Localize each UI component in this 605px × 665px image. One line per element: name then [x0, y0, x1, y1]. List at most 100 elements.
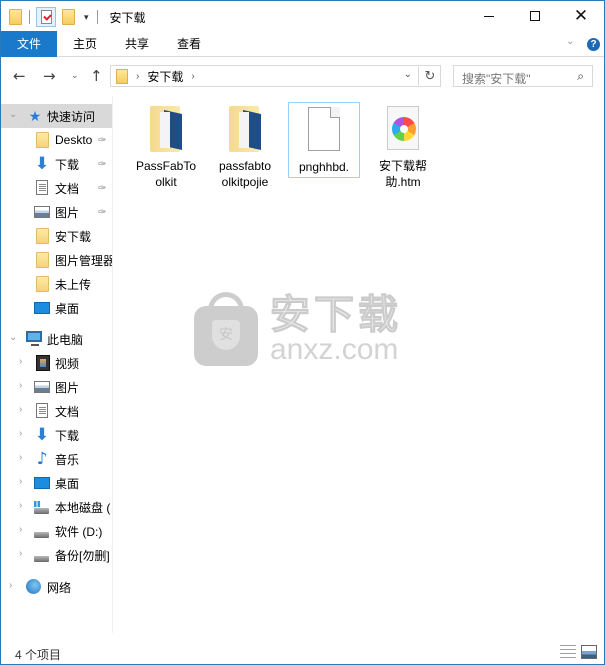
file-item[interactable]: PassFabTo olkit: [130, 102, 202, 190]
sidebar-item-desktop[interactable]: 桌面: [1, 296, 112, 320]
maximize-button[interactable]: [512, 1, 558, 31]
chevron-right-icon[interactable]: ›: [19, 500, 22, 511]
chevron-right-icon[interactable]: ›: [19, 548, 22, 559]
music-icon: ♪: [36, 449, 48, 469]
search-placeholder: 搜索"安下载": [462, 72, 531, 86]
chevron-right-icon[interactable]: ›: [9, 580, 12, 591]
chevron-right-icon[interactable]: ›: [19, 404, 22, 415]
sidebar-item-downloads[interactable]: ⬇ 下载 ✑: [1, 152, 112, 176]
properties-button[interactable]: [36, 7, 56, 27]
details-view-icon[interactable]: [560, 645, 576, 659]
minimize-icon: [484, 15, 494, 17]
large-icons-view-icon[interactable]: [581, 645, 597, 659]
pin-icon: ✑: [98, 158, 107, 170]
folder-icon[interactable]: [9, 9, 22, 25]
sidebar-item-music[interactable]: › ♪ 音乐: [1, 447, 112, 471]
sidebar-item-label: 此电脑: [47, 332, 84, 347]
tab-file[interactable]: 文件: [1, 31, 57, 57]
file-item[interactable]: pnghhbd.: [288, 102, 360, 178]
tab-home[interactable]: 主页: [59, 31, 111, 57]
document-icon: [36, 403, 48, 418]
sidebar-item-documents[interactable]: 文档 ✑: [1, 176, 112, 200]
tab-share[interactable]: 共享: [111, 31, 163, 57]
forward-button[interactable]: →: [43, 67, 56, 85]
breadcrumb-separator[interactable]: ›: [191, 71, 194, 82]
sidebar-item-pc-downloads[interactable]: › ⬇ 下载: [1, 423, 112, 447]
sidebar-item-label: 下载: [55, 157, 80, 172]
sidebar-item-this-pc[interactable]: ⌄ 此电脑: [1, 327, 112, 351]
breadcrumb-item[interactable]: 安下载: [147, 68, 183, 85]
chevron-right-icon[interactable]: ›: [19, 380, 22, 391]
chevron-right-icon[interactable]: ›: [19, 356, 22, 367]
up-button[interactable]: ↑: [90, 67, 103, 85]
file-name: 安下载帮: [378, 159, 427, 173]
back-button[interactable]: ←: [13, 67, 26, 85]
sidebar-item-network[interactable]: › 网络: [1, 575, 112, 599]
sidebar-item-backup-drive[interactable]: › 备份[勿删]: [1, 543, 112, 567]
sidebar-item-label: 视频: [55, 356, 80, 371]
star-icon: ★: [28, 108, 42, 124]
sidebar-item-quick-access[interactable]: ⌄ ★ 快速访问: [1, 104, 112, 128]
video-icon: [36, 355, 50, 371]
sidebar-item-picture-manager[interactable]: 图片管理器: [1, 248, 113, 272]
drive-icon: [34, 532, 49, 538]
sidebar-item-videos[interactable]: › 视频: [1, 351, 112, 375]
sidebar-item-pc-documents[interactable]: › 文档: [1, 399, 112, 423]
recent-locations-button[interactable]: ⌄: [71, 71, 79, 81]
download-icon: ⬇: [34, 154, 50, 174]
sidebar-item-label: 图片管理器: [55, 253, 113, 268]
sidebar-item-pc-desktop[interactable]: › 桌面: [1, 471, 112, 495]
refresh-button[interactable]: ↻: [420, 65, 441, 87]
chevron-down-icon[interactable]: ⌄: [9, 332, 17, 343]
sidebar-item-anxz[interactable]: 安下载: [1, 224, 112, 248]
sidebar-item-pictures[interactable]: 图片 ✑: [1, 200, 112, 224]
sidebar-item-label: 备份[勿删]: [55, 548, 110, 563]
breadcrumb-separator[interactable]: ›: [136, 71, 139, 82]
sidebar-item-label: 快速访问: [47, 109, 96, 124]
chevron-right-icon[interactable]: ›: [19, 476, 22, 487]
expand-ribbon-icon[interactable]: ⌄: [566, 36, 574, 47]
file-list[interactable]: PassFabTo olkit passfabto olkitpojie png…: [114, 96, 604, 633]
window-title: 安下载: [109, 10, 146, 25]
pin-icon: ✑: [98, 134, 107, 146]
sidebar-item-local-disk-c[interactable]: › 本地磁盘 (: [1, 495, 112, 519]
file-name: olkitpojie: [221, 175, 269, 189]
sidebar-item-pc-pictures[interactable]: › 图片: [1, 375, 112, 399]
sidebar-item-drive-d[interactable]: › 软件 (D:): [1, 519, 112, 543]
address-dropdown-icon[interactable]: ⌄: [404, 69, 412, 80]
drive-icon: [34, 556, 49, 562]
sidebar-item-not-uploaded[interactable]: 未上传: [1, 272, 112, 296]
customize-toolbar-dropdown[interactable]: ▾: [84, 12, 89, 23]
folder-icon: [144, 106, 188, 154]
download-icon: ⬇: [34, 425, 50, 445]
file-name: olkit: [155, 175, 177, 189]
new-folder-icon[interactable]: [62, 9, 75, 25]
folder-icon: [36, 132, 49, 148]
close-button[interactable]: ✕: [558, 1, 604, 31]
search-input[interactable]: 搜索"安下载" ⌕: [453, 65, 593, 87]
file-item[interactable]: passfabto olkitpojie: [209, 102, 281, 190]
status-bar: 4 个项目: [1, 641, 604, 665]
tab-view[interactable]: 查看: [163, 31, 215, 57]
sidebar-item-label: 网络: [47, 580, 72, 595]
help-icon[interactable]: ?: [587, 38, 600, 51]
properties-icon: [40, 10, 52, 24]
file-item[interactable]: 安下载帮 助.htm: [367, 102, 439, 190]
toolbar-separator: [96, 10, 98, 24]
chevron-right-icon[interactable]: ›: [19, 452, 22, 463]
system-drive-icon: [34, 501, 49, 514]
sidebar-item-label: 文档: [55, 181, 80, 196]
address-bar[interactable]: › 安下载 › ⌄: [110, 65, 419, 87]
minimize-button[interactable]: [466, 1, 512, 31]
navigation-pane[interactable]: ⌄ ★ 快速访问 Deskto ✑ ⬇ 下载 ✑ 文档 ✑ 图片 ✑ 安下载 图…: [1, 96, 113, 633]
picture-icon: [34, 206, 50, 218]
pin-icon: ✑: [98, 206, 107, 218]
folder-icon: [223, 106, 267, 154]
sidebar-item-desktop-folder[interactable]: Deskto ✑: [1, 128, 112, 152]
chevron-down-icon[interactable]: ⌄: [9, 109, 17, 120]
sidebar-item-label: 音乐: [55, 452, 80, 467]
search-icon: ⌕: [577, 69, 584, 83]
chevron-right-icon[interactable]: ›: [19, 524, 22, 535]
chevron-right-icon[interactable]: ›: [19, 428, 22, 439]
desktop-icon: [34, 477, 50, 489]
